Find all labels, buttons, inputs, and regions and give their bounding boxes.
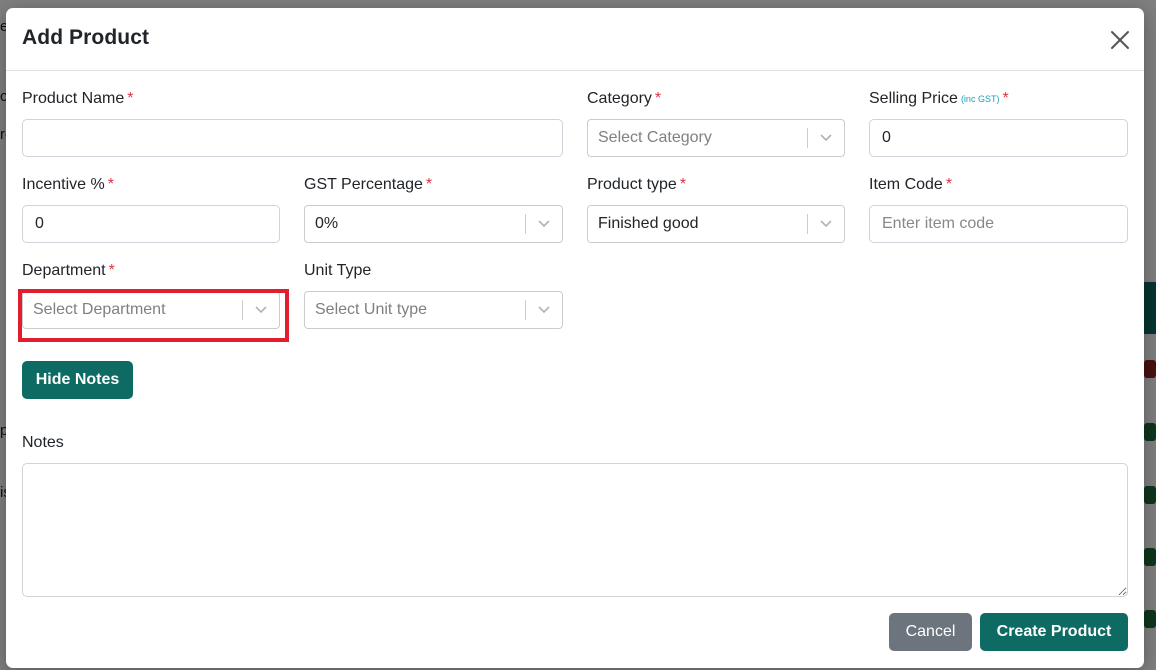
selling-price-input[interactable] — [869, 119, 1128, 157]
required-mark: * — [1002, 90, 1009, 107]
unit-type-select-placeholder: Select Unit type — [315, 301, 428, 318]
select-separator — [525, 300, 526, 320]
required-mark: * — [425, 176, 433, 193]
unit-type-label: Unit Type — [304, 262, 371, 280]
product-type-label: Product type * — [587, 176, 686, 194]
gst-percentage-label: GST Percentage * — [304, 176, 432, 194]
close-icon — [1111, 31, 1129, 49]
required-mark: * — [107, 176, 114, 193]
incentive-label: Incentive % * — [22, 176, 114, 194]
incentive-label-text: Incentive % — [22, 176, 105, 193]
category-label-text: Category — [587, 90, 652, 107]
create-product-button[interactable]: Create Product — [980, 613, 1128, 651]
incentive-input[interactable] — [22, 205, 280, 243]
department-select-placeholder: Select Department — [33, 301, 166, 318]
select-separator — [807, 214, 808, 234]
selling-price-label-text: Selling Price — [869, 90, 958, 107]
chevron-down-icon[interactable] — [818, 217, 834, 231]
required-mark: * — [679, 176, 687, 193]
gst-percentage-value: 0% — [315, 215, 339, 232]
product-type-label-text: Product type — [587, 176, 677, 193]
item-code-input[interactable] — [869, 205, 1128, 243]
required-mark: * — [945, 176, 953, 193]
department-label: Department * — [22, 262, 115, 280]
unit-type-select[interactable]: Select Unit type — [304, 291, 563, 329]
item-code-label-text: Item Code — [869, 176, 943, 193]
selling-price-hint: (inc GST) — [960, 94, 1000, 104]
select-separator — [807, 128, 808, 148]
required-mark: * — [127, 90, 134, 107]
add-product-modal: Add Product Product Name * Category * Sele… — [6, 8, 1144, 668]
gst-percentage-select[interactable]: 0% — [304, 205, 563, 243]
chevron-down-icon[interactable] — [536, 217, 552, 231]
department-label-text: Department — [22, 262, 106, 279]
product-name-input[interactable] — [22, 119, 563, 157]
chevron-down-icon[interactable] — [253, 303, 269, 317]
gst-percentage-label-text: GST Percentage — [304, 176, 423, 193]
product-name-label-text: Product Name — [22, 90, 125, 107]
selling-price-label: Selling Price (inc GST) * — [869, 90, 1009, 108]
close-button[interactable] — [1106, 26, 1134, 54]
select-separator — [242, 300, 243, 320]
notes-textarea[interactable] — [22, 463, 1128, 597]
item-code-label: Item Code * — [869, 176, 952, 194]
required-mark: * — [108, 262, 115, 279]
department-select[interactable]: Select Department — [22, 291, 280, 329]
unit-type-label-text: Unit Type — [304, 262, 372, 279]
product-type-select[interactable]: Finished good — [587, 205, 845, 243]
category-label: Category * — [587, 90, 661, 108]
modal-title: Add Product — [22, 26, 150, 49]
chevron-down-icon[interactable] — [536, 303, 552, 317]
select-separator — [525, 214, 526, 234]
modal-header: Add Product — [6, 8, 1144, 71]
product-name-label: Product Name * — [22, 90, 134, 108]
chevron-down-icon[interactable] — [818, 131, 834, 145]
product-type-value: Finished good — [598, 215, 699, 232]
notes-label: Notes — [22, 434, 64, 451]
required-mark: * — [654, 90, 662, 107]
cancel-button[interactable]: Cancel — [889, 613, 972, 651]
category-select[interactable]: Select Category — [587, 119, 845, 157]
category-select-placeholder: Select Category — [598, 129, 712, 146]
hide-notes-button[interactable]: Hide Notes — [22, 361, 133, 399]
